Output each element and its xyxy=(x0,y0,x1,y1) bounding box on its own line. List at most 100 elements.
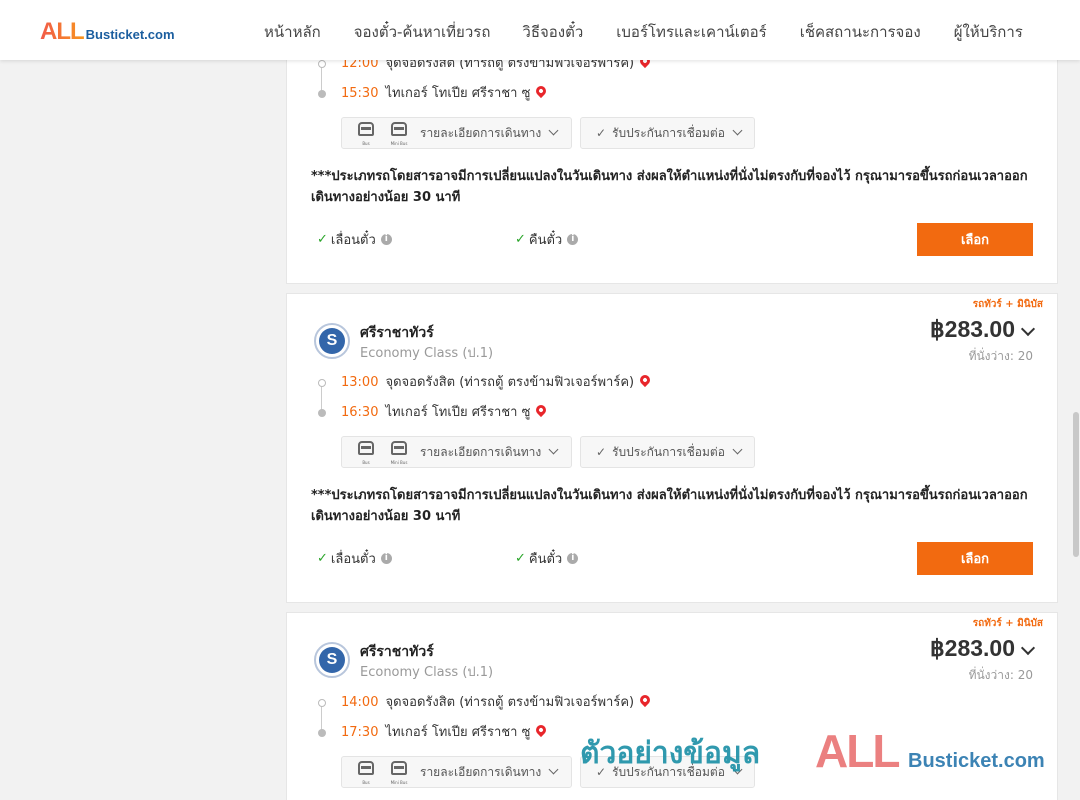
top-header: ALL Busticket.com หน้าหลัก จองตั๋ว-ค้นหา… xyxy=(0,0,1080,60)
bus-change-notice: ***ประเภทรถโดยสารอาจมีการเปลี่ยนแปลงในวั… xyxy=(311,169,1028,205)
trip-details-toggle[interactable]: Bus Mini Bus รายละเอียดการเดินทาง xyxy=(341,756,572,788)
sample-data-watermark: ตัวอย่างข้อมูล xyxy=(580,736,761,771)
departure-place: จุดจอดรังสิต (ท่ารถตู้ ตรงข้ามฟิวเจอร์พา… xyxy=(385,695,635,710)
arrival-place: ไทเกอร์ โทเปีย ศรีราชา ซู xyxy=(385,86,531,101)
bus-icon: Bus xyxy=(354,120,378,146)
arrival-time: 15:30 xyxy=(341,86,379,101)
departure-dot xyxy=(318,699,326,707)
reschedule-policy: ✓ เลื่อนตั๋ว i xyxy=(317,548,392,569)
info-icon[interactable]: i xyxy=(380,553,392,564)
map-pin-icon[interactable] xyxy=(638,692,653,708)
reschedule-policy: ✓ เลื่อนตั๋ว i xyxy=(317,229,392,250)
check-icon: ✓ xyxy=(515,232,526,247)
departure-time: 13:00 xyxy=(341,375,379,390)
arrival-dot xyxy=(318,729,326,737)
departure-dot xyxy=(318,60,326,68)
check-icon: ✓ xyxy=(596,445,607,459)
chevron-down-icon xyxy=(732,125,743,135)
reschedule-label: เลื่อนตั๋ว xyxy=(330,233,376,248)
arrival-dot xyxy=(318,409,326,417)
refund-policy: ✓ คืนตั๋ว i xyxy=(515,229,579,250)
arrival-dot xyxy=(318,90,326,98)
trip-card: 12:00 จุดจอดรังสิต (ท่ารถตู้ ตรงข้ามฟิวเจ… xyxy=(286,40,1058,284)
check-icon: ✓ xyxy=(515,551,526,566)
chevron-down-icon xyxy=(548,444,559,454)
check-icon: ✓ xyxy=(317,551,328,566)
select-trip-button[interactable]: เลือก xyxy=(917,542,1033,575)
map-pin-icon[interactable] xyxy=(638,372,653,388)
ticket-price[interactable]: ฿283.00 xyxy=(930,316,1015,343)
seats-available: ที่นั่งว่าง: 20 xyxy=(968,668,1033,682)
select-trip-button[interactable]: เลือก xyxy=(917,223,1033,256)
departure-stop: 13:00 จุดจอดรังสิต (ท่ารถตู้ ตรงข้ามฟิวเจ… xyxy=(315,372,653,393)
chevron-down-icon[interactable] xyxy=(1020,640,1036,656)
refund-label: คืนตั๋ว xyxy=(528,233,563,248)
minibus-icon: Mini Bus xyxy=(387,120,411,146)
vehicle-type-tag: รถทัวร์ + มินิบัส xyxy=(972,299,1043,310)
ticket-price[interactable]: ฿283.00 xyxy=(930,635,1015,662)
watermark-logo-busticket: Busticket.com xyxy=(908,750,1045,772)
info-icon[interactable]: i xyxy=(380,234,392,245)
nav-how-to-book[interactable]: วิธีจองตั๋ว xyxy=(522,20,583,44)
arrival-stop: 15:30 ไทเกอร์ โทเปีย ศรีราชา ซู xyxy=(315,83,549,104)
minibus-icon: Mini Bus xyxy=(387,759,411,785)
departure-place: จุดจอดรังสิต (ท่ารถตู้ ตรงข้ามฟิวเจอร์พา… xyxy=(385,375,635,390)
seat-class: Economy Class (ป.1) xyxy=(360,665,494,680)
operator-name: ศรีราชาทัวร์ xyxy=(360,644,434,660)
nav-operators[interactable]: ผู้ให้บริการ xyxy=(954,20,1023,44)
trip-details-label: รายละเอียดการเดินทาง xyxy=(420,764,542,779)
insurance-label: รับประกันการเชื่อมต่อ xyxy=(612,444,725,459)
nav-home[interactable]: หน้าหลัก xyxy=(264,20,321,44)
refund-label: คืนตั๋ว xyxy=(528,552,563,567)
logo-busticket-text: Busticket.com xyxy=(85,27,175,42)
bus-icon: Bus xyxy=(354,759,378,785)
arrival-stop: 16:30 ไทเกอร์ โทเปีย ศรีราชา ซู xyxy=(315,402,549,423)
arrival-place: ไทเกอร์ โทเปีย ศรีราชา ซู xyxy=(385,725,531,740)
departure-dot xyxy=(318,379,326,387)
check-icon: ✓ xyxy=(596,126,607,140)
main-nav: หน้าหลัก จองตั๋ว-ค้นหาเที่ยวรถ วิธีจองตั… xyxy=(264,20,1023,44)
minibus-icon: Mini Bus xyxy=(387,439,411,465)
info-icon[interactable]: i xyxy=(567,553,579,564)
scrollbar-thumb[interactable] xyxy=(1073,412,1079,557)
insurance-label: รับประกันการเชื่อมต่อ xyxy=(612,125,725,140)
arrival-place: ไทเกอร์ โทเปีย ศรีราชา ซู xyxy=(385,405,531,420)
vehicle-type-tag: รถทัวร์ + มินิบัส xyxy=(972,618,1043,629)
map-pin-icon[interactable] xyxy=(534,402,549,418)
operator-name: ศรีราชาทัวร์ xyxy=(360,325,434,341)
operator-logo: S xyxy=(314,323,350,359)
refund-policy: ✓ คืนตั๋ว i xyxy=(515,548,579,569)
trip-details-toggle[interactable]: Bus Mini Bus รายละเอียดการเดินทาง xyxy=(341,117,572,149)
trip-details-label: รายละเอียดการเดินทาง xyxy=(420,444,542,459)
departure-stop: 14:00 จุดจอดรังสิต (ท่ารถตู้ ตรงข้ามฟิวเจ… xyxy=(315,692,653,713)
arrival-time: 16:30 xyxy=(341,405,379,420)
info-icon[interactable]: i xyxy=(567,234,579,245)
chevron-down-icon xyxy=(548,125,559,135)
connection-insurance-toggle[interactable]: ✓ รับประกันการเชื่อมต่อ xyxy=(580,436,755,468)
arrival-stop: 17:30 ไทเกอร์ โทเปีย ศรีราชา ซู xyxy=(315,722,549,743)
seat-class: Economy Class (ป.1) xyxy=(360,346,494,361)
connection-insurance-toggle[interactable]: ✓ รับประกันการเชื่อมต่อ xyxy=(580,117,755,149)
arrival-time: 17:30 xyxy=(341,725,379,740)
bus-change-notice: ***ประเภทรถโดยสารอาจมีการเปลี่ยนแปลงในวั… xyxy=(311,488,1028,524)
check-icon: ✓ xyxy=(317,232,328,247)
nav-booking-status[interactable]: เช็คสถานะการจอง xyxy=(800,20,921,44)
reschedule-label: เลื่อนตั๋ว xyxy=(330,552,376,567)
chevron-down-icon[interactable] xyxy=(1020,321,1036,337)
seats-available: ที่นั่งว่าง: 20 xyxy=(968,349,1033,363)
bus-icon: Bus xyxy=(354,439,378,465)
trip-details-toggle[interactable]: Bus Mini Bus รายละเอียดการเดินทาง xyxy=(341,436,572,468)
chevron-down-icon xyxy=(548,764,559,774)
nav-contact-counter[interactable]: เบอร์โทรและเคาน์เตอร์ xyxy=(616,20,766,44)
chevron-down-icon xyxy=(732,444,743,454)
map-pin-icon[interactable] xyxy=(534,83,549,99)
operator-logo: S xyxy=(314,642,350,678)
site-logo[interactable]: ALL Busticket.com xyxy=(40,18,175,46)
watermark-logo-all: ALL xyxy=(815,725,900,777)
logo-all-text: ALL xyxy=(40,18,85,45)
map-pin-icon[interactable] xyxy=(534,722,549,738)
departure-time: 14:00 xyxy=(341,695,379,710)
trip-card: รถทัวร์ + มินิบัส S ศรีราชาทัวร์ Economy… xyxy=(286,293,1058,603)
nav-book-search[interactable]: จองตั๋ว-ค้นหาเที่ยวรถ xyxy=(354,20,491,44)
trip-details-label: รายละเอียดการเดินทาง xyxy=(420,125,542,140)
